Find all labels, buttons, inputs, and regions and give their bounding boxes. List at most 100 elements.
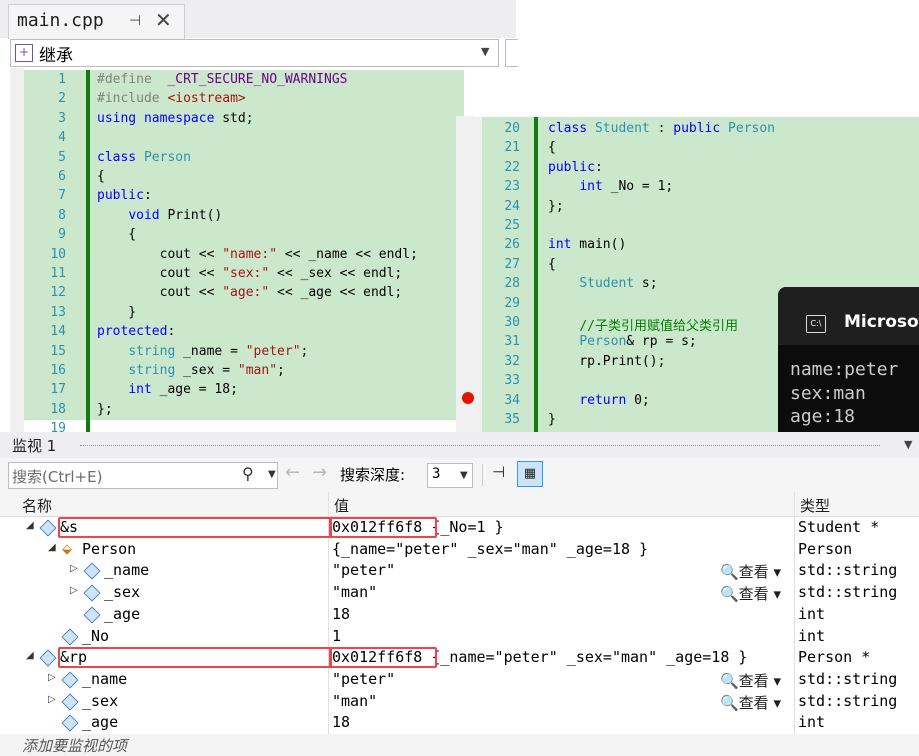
code-line[interactable]: } (97, 305, 136, 320)
watch-value[interactable]: 1 (332, 627, 341, 645)
console-title-bar[interactable]: C:\ Microsof (778, 287, 919, 345)
table-row[interactable]: _No 1 int (0, 626, 919, 648)
code-line[interactable]: protected: (97, 324, 175, 339)
code-editor-left[interactable]: 1 #define _CRT_SECURE_NO_WARNINGS 2 #includ… (10, 68, 516, 436)
watch-toolbar: 搜索(Ctrl+E) ⚲ ▼ ← → 搜索深度: 3 ▼ ⊣ ▦ (0, 458, 919, 492)
code-line[interactable]: cout << "sex:" << _sex << endl; (97, 266, 403, 281)
code-line[interactable]: { (97, 227, 136, 242)
code-line[interactable]: #include <iostream> (97, 91, 246, 106)
table-row[interactable]: _age 18 int (0, 712, 919, 734)
visualizer-button[interactable]: 🔍查看 ▾ (720, 583, 781, 604)
code-line[interactable]: public: (97, 188, 152, 203)
collapse-arrow-icon[interactable]: ◢ (26, 520, 34, 531)
search-input[interactable]: 搜索(Ctrl+E) ⚲ ▼ (8, 462, 278, 489)
code-line[interactable]: Student s; (548, 276, 657, 291)
drag-grip[interactable] (80, 445, 880, 446)
watch-name[interactable]: _name (82, 670, 127, 688)
pin-icon[interactable]: ⊣ (492, 463, 505, 481)
table-row[interactable]: ▷ _name "peter" 🔍查看 ▾ std::string (0, 560, 919, 582)
watch-value[interactable]: "man" (332, 583, 377, 601)
visualizer-button[interactable]: 🔍查看 ▾ (720, 670, 781, 691)
expand-arrow-icon[interactable]: ▷ (48, 672, 56, 683)
code-line[interactable]: Person& rp = s; (548, 334, 696, 349)
code-line[interactable]: cout << "name:" << _name << endl; (97, 247, 418, 262)
visualizer-button[interactable]: 🔍查看 ▾ (720, 692, 781, 713)
table-row[interactable]: _age 18 int (0, 604, 919, 626)
expand-arrow-icon[interactable]: ▷ (70, 563, 78, 574)
forward-arrow-icon[interactable]: → (312, 462, 327, 483)
variable-icon (39, 519, 57, 537)
scope-dropdown[interactable]: + 继承 ▼ (10, 39, 499, 67)
column-header-name[interactable]: 名称 (22, 495, 52, 516)
watch-title-bar[interactable]: 监视 1 ▼ (0, 432, 919, 458)
console-window[interactable]: C:\ Microsof name:peter sex:man age:18 (778, 287, 919, 432)
code-line[interactable]: int _age = 18; (97, 382, 238, 397)
visualizer-button[interactable]: 🔍查看 ▾ (720, 561, 781, 582)
table-row[interactable]: ◢ &rp 0x012ff6f8 {_name="peter" _sex="man"… (0, 647, 919, 669)
code-line[interactable]: string _sex = "man"; (97, 363, 285, 378)
code-line[interactable]: string _name = "peter"; (97, 344, 308, 359)
variable-icon (61, 693, 79, 711)
code-line[interactable]: { (548, 140, 556, 155)
expand-arrow-icon[interactable]: ▷ (48, 694, 56, 705)
watch-name[interactable]: _sex (82, 692, 118, 710)
watch-name[interactable]: _name (104, 561, 149, 579)
code-line[interactable]: { (97, 169, 105, 184)
search-icon[interactable]: ⚲ (242, 464, 254, 483)
code-line[interactable]: void Print() (97, 208, 222, 223)
code-line[interactable]: public: (548, 160, 603, 175)
tab-title: main.cpp (17, 10, 104, 31)
watch-value[interactable]: 18 (332, 605, 350, 623)
code-line[interactable]: { (548, 257, 556, 272)
table-row[interactable]: ◢ &s 0x012ff6f8 {_No=1 } Student * (0, 517, 919, 539)
chevron-down-icon[interactable]: ▼ (268, 469, 276, 480)
add-watch-row[interactable]: 添加要监视的项 (0, 734, 919, 756)
code-line[interactable]: using namespace std; (97, 111, 254, 126)
watch-value[interactable]: 18 (332, 713, 350, 731)
code-line[interactable]: cout << "age:" << _age << endl; (97, 285, 403, 300)
watch-value[interactable]: "peter" (332, 670, 395, 688)
code-line[interactable]: }; (97, 402, 113, 417)
code-line[interactable]: int main() (548, 237, 626, 252)
table-row[interactable]: ◢ ⬙ Person {_name="peter" _sex="man" _age=1… (0, 539, 919, 561)
tab-main-cpp[interactable]: main.cpp ⊣ ✕ (8, 4, 185, 39)
watch-name[interactable]: _No (82, 627, 109, 645)
code-line[interactable]: }; (548, 199, 564, 214)
highlight-box (58, 517, 332, 538)
code-line[interactable]: int _No = 1; (548, 179, 673, 194)
code-line[interactable]: rp.Print(); (548, 354, 665, 369)
watch-value[interactable]: {_name="peter" _sex="man" _age=18 } (332, 540, 648, 558)
chevron-down-icon[interactable]: ▼ (904, 438, 912, 451)
back-arrow-icon[interactable]: ← (285, 462, 300, 483)
code-line[interactable]: #define _CRT_SECURE_NO_WARNINGS (97, 72, 347, 87)
search-depth-label: 搜索深度: (340, 466, 406, 484)
close-icon[interactable]: ✕ (155, 8, 172, 32)
highlight-box (58, 647, 332, 669)
code-line[interactable]: return 0; (548, 393, 649, 408)
pin-icon[interactable]: ⊣ (129, 13, 141, 29)
expand-arrow-icon[interactable]: ▷ (70, 585, 78, 596)
watch-name[interactable]: _age (104, 605, 140, 623)
search-depth-dropdown[interactable]: 3 ▼ (427, 463, 473, 488)
watch-type: std::string (798, 561, 898, 580)
code-line[interactable]: class Person (97, 150, 191, 165)
hierarchy-icon[interactable]: ▦ (517, 461, 543, 487)
code-line[interactable]: class Student : public Person (548, 121, 775, 136)
code-line[interactable]: //子类引用赋值给父类引用 (548, 315, 738, 334)
tab-bar: main.cpp ⊣ ✕ (0, 0, 516, 39)
column-header-type[interactable]: 类型 (800, 495, 830, 516)
watch-name[interactable]: Person (82, 540, 136, 558)
watch-name[interactable]: _age (82, 713, 118, 731)
watch-value[interactable]: "man" (332, 692, 377, 710)
line-number: 31 (504, 334, 520, 350)
collapse-arrow-icon[interactable]: ◢ (48, 542, 56, 553)
watch-value[interactable]: "peter" (332, 561, 395, 579)
code-line[interactable]: } (548, 412, 556, 427)
table-row[interactable]: ▷ _sex "man" 🔍查看 ▾ std::string (0, 582, 919, 604)
member-dropdown[interactable] (505, 39, 518, 67)
collapse-arrow-icon[interactable]: ◢ (26, 650, 34, 661)
table-row[interactable]: ▷ _name "peter" 🔍查看 ▾ std::string (0, 669, 919, 691)
table-row[interactable]: ▷ _sex "man" 🔍查看 ▾ std::string (0, 691, 919, 713)
watch-name[interactable]: _sex (104, 583, 140, 601)
column-header-value[interactable]: 值 (334, 495, 349, 516)
